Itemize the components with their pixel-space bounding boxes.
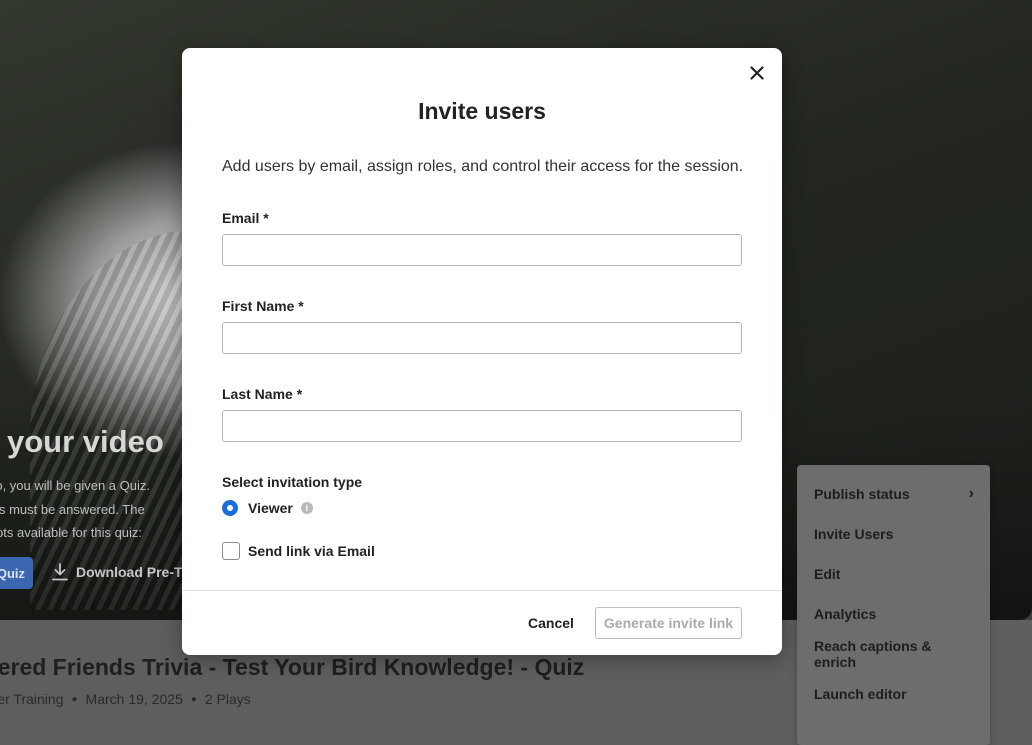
viewer-radio-option[interactable]: Viewer i — [222, 500, 313, 516]
close-button[interactable] — [746, 62, 768, 84]
last-name-label: Last Name * — [222, 386, 303, 402]
close-icon — [750, 66, 764, 80]
footer-divider — [182, 590, 782, 591]
dialog-description: Add users by email, assign roles, and co… — [222, 158, 744, 175]
viewer-label: Viewer — [248, 500, 293, 516]
first-name-field[interactable] — [222, 322, 742, 354]
send-email-checkbox[interactable] — [222, 542, 240, 560]
last-name-field[interactable] — [222, 410, 742, 442]
cancel-button[interactable]: Cancel — [528, 608, 574, 638]
dialog-title: Invite users — [418, 98, 546, 124]
invitation-type-label: Select invitation type — [222, 474, 363, 490]
info-icon[interactable]: i — [300, 502, 313, 514]
invite-users-dialog: Invite users Add users by email, assign … — [182, 48, 782, 655]
viewer-radio[interactable] — [222, 500, 238, 516]
send-email-option[interactable]: Send link via Email — [222, 542, 375, 560]
first-name-label: First Name * — [222, 298, 304, 314]
email-field[interactable] — [222, 234, 742, 266]
email-label: Email * — [222, 210, 269, 226]
generate-invite-link-button[interactable]: Generate invite link — [595, 607, 742, 639]
send-email-label: Send link via Email — [248, 543, 375, 559]
